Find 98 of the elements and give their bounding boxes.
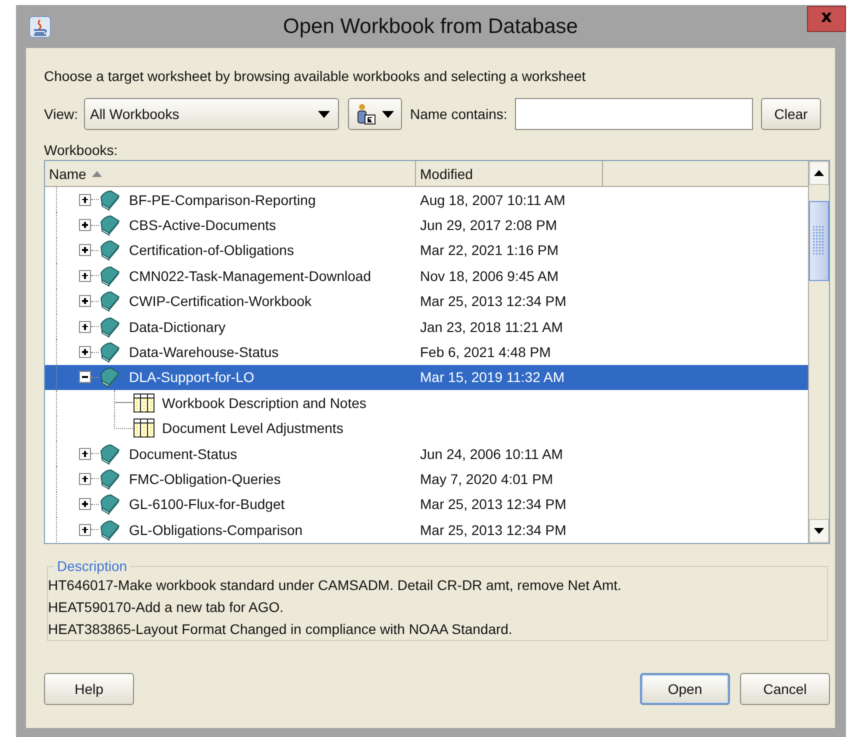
book-icon (99, 290, 121, 312)
app-icon (29, 16, 51, 38)
worksheet-icon (133, 392, 155, 413)
caret-icon (318, 110, 330, 118)
workbook-row[interactable]: FMC-Obligation-Queries May 7, 2020 4:01 PM (45, 466, 808, 492)
view-dropdown[interactable]: All Workbooks (84, 98, 339, 130)
modified-date: Mar 22, 2021 1:16 PM (419, 242, 559, 258)
modified-date: Jan 23, 2018 11:21 AM (419, 318, 563, 335)
scrollbar-thumb[interactable] (809, 201, 829, 281)
instruction-text: Choose a target worksheet by browsing available workbooks and selecting a worksheet (44, 68, 587, 84)
expand-toggle[interactable] (79, 498, 91, 510)
expand-toggle[interactable] (79, 194, 91, 206)
name-filter-label: Name contains: (410, 106, 508, 122)
expand-toggle[interactable] (79, 219, 91, 232)
expand-toggle[interactable] (79, 448, 91, 460)
workbook-name: CWIP-Certification-Workbook (129, 293, 312, 310)
modified-date: Mar 15, 2019 11:32 AM (419, 369, 564, 386)
workbook-row[interactable]: GL-Obligations-Comparison Mar 25, 2013 12:34 PM (45, 517, 808, 542)
dialog-button[interactable]: Open (640, 673, 730, 705)
workbook-name: GL-6100-Flux-for-Budget (129, 496, 285, 512)
modified-date: May 7, 2020 4:01 PM (419, 470, 554, 487)
expand-toggle[interactable] (79, 244, 91, 256)
worksheet-name: Document Level Adjustments (162, 420, 344, 436)
description-legend: Description (54, 558, 130, 574)
workbook-name: BF-PE-Comparison-Reporting (129, 192, 316, 208)
workbook-name: GL-Obligations-Comparison (129, 522, 303, 538)
expand-toggle[interactable] (79, 320, 91, 333)
modified-date: Aug 18, 2007 10:11 AM (419, 192, 566, 208)
column-title: Modified (420, 166, 473, 182)
window-title: Open Workbook from Database (283, 14, 578, 38)
user-document-icon (356, 103, 376, 125)
book-icon (99, 366, 121, 388)
book-icon (99, 468, 121, 490)
workbook-row[interactable]: Data-Warehouse-Status Feb 6, 2021 4:48 PM (45, 339, 808, 365)
workbook-row[interactable]: Data-Dictionary Jan 23, 2018 11:21 AM (45, 314, 808, 340)
modified-date: Jun 24, 2006 10:11 AM (419, 446, 563, 462)
workbook-row[interactable]: DLA-Support-for-LO Mar 15, 2019 11:32 AM (45, 364, 808, 390)
book-icon (99, 493, 121, 516)
column-header[interactable]: Name (45, 161, 416, 187)
modified-date: Feb 6, 2021 4:48 PM (419, 344, 551, 360)
scroll-up-button[interactable] (809, 161, 829, 185)
workbook-name: CMN022-Task-Management-Download (129, 268, 371, 284)
modified-date: Nov 18, 2006 9:45 AM (419, 268, 559, 284)
dialog-button[interactable]: Cancel (740, 673, 830, 705)
modified-date: Mar 25, 2013 12:34 PM (419, 293, 566, 310)
worksheet-icon (133, 418, 155, 438)
expand-toggle[interactable] (79, 295, 91, 308)
book-icon (99, 214, 121, 236)
book-icon (99, 341, 121, 364)
workbook-name: Data-Dictionary (129, 318, 226, 335)
workbook-row[interactable]: Certification-of-Obligations Mar 22, 2021 1:16 PM (45, 238, 808, 264)
view-label: View: (44, 106, 78, 122)
grip-icon (813, 226, 825, 256)
workbook-name: FMC-Obligation-Queries (129, 470, 281, 487)
scroll-down-button[interactable] (809, 519, 829, 543)
expand-toggle[interactable] (79, 472, 91, 485)
close-button[interactable]: x (807, 6, 846, 32)
expand-toggle[interactable] (79, 524, 91, 536)
workbook-name: Certification-of-Obligations (129, 242, 294, 258)
description-line: HEAT383865-Layout Format Changed in compliance with NOAA Standard. (48, 620, 514, 639)
caret-icon (382, 110, 394, 118)
workbook-row[interactable]: CWIP-Certification-Workbook Mar 25, 2013 12:34 PM (45, 288, 808, 314)
user-menu-button[interactable] (348, 98, 402, 130)
workbook-name: Document-Status (129, 446, 238, 462)
description-line: HT646017-Make workbook standard under CAMSADM. Detail CR-DR amt, remove Net Amt. (48, 576, 622, 595)
name-filter-field[interactable] (515, 98, 754, 130)
expand-toggle[interactable] (79, 270, 91, 282)
modified-date: Jun 29, 2017 2:08 PM (419, 217, 557, 234)
worksheet-row[interactable]: Workbook Description and Notes (45, 390, 808, 416)
worksheet-row[interactable]: Document Level Adjustments (45, 416, 808, 441)
book-icon (99, 518, 121, 541)
book-icon (99, 188, 121, 211)
workbook-name: CBS-Active-Documents (129, 217, 276, 234)
column-header[interactable]: Modified (416, 161, 603, 187)
workbook-name: DLA-Support-for-LO (129, 369, 254, 386)
modified-date: Mar 25, 2013 12:34 PM (419, 496, 566, 512)
workbook-row[interactable]: GL-6100-Flux-for-Budget Mar 25, 2013 12:34 PM (45, 492, 808, 518)
book-icon (99, 316, 121, 338)
down-arrow-icon (814, 528, 824, 534)
workbook-row[interactable]: BF-PE-Comparison-Reporting Aug 18, 2007 10:11 AM (45, 187, 808, 212)
workbook-row[interactable]: CMN022-Task-Management-Download Nov 18, 2006 9:45 AM (45, 263, 808, 289)
clear-button[interactable]: Clear (761, 98, 821, 130)
book-icon (99, 264, 121, 287)
workbook-row[interactable]: CBS-Active-Documents Jun 29, 2017 2:08 PM (45, 212, 808, 238)
workbook-name: Data-Warehouse-Status (129, 344, 279, 360)
scrollbar[interactable] (808, 161, 829, 543)
column-title: Name (49, 166, 86, 182)
up-arrow-icon (814, 170, 824, 176)
book-icon (99, 442, 121, 465)
dialog-button[interactable]: Help (44, 673, 134, 705)
expand-toggle[interactable] (79, 346, 91, 358)
description-line: HEAT590170-Add a new tab for AGO. (48, 598, 285, 617)
worksheet-name: Workbook Description and Notes (162, 394, 366, 411)
collapse-toggle[interactable] (79, 371, 91, 384)
workbooks-label: Workbooks: (44, 142, 119, 158)
workbook-row[interactable]: Document-Status Jun 24, 2006 10:11 AM (45, 440, 808, 466)
modified-date: Mar 25, 2013 12:34 PM (419, 522, 566, 538)
book-icon (99, 239, 121, 262)
